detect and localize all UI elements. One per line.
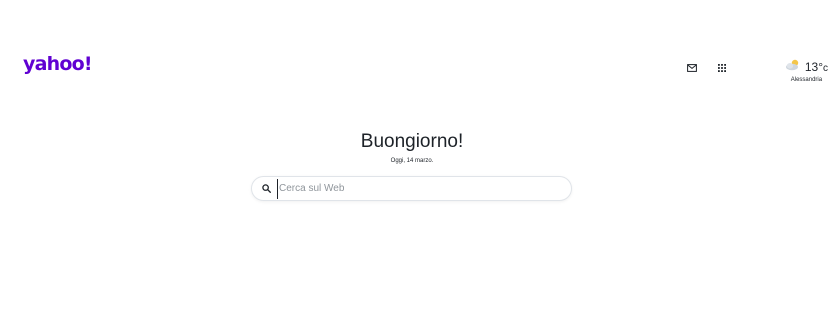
apps-grid-icon	[717, 59, 726, 77]
current-date: Oggi, 14 marzo.	[390, 158, 434, 164]
partly-cloudy-icon	[785, 58, 801, 76]
search-input[interactable]	[277, 178, 557, 199]
weather-city: Alessandria	[790, 77, 823, 83]
weather-summary: 13°c	[785, 58, 828, 76]
search-box[interactable]	[251, 176, 572, 201]
greeting-heading: Buongiorno!	[360, 131, 464, 152]
weather-temperature: 13°c	[805, 61, 828, 74]
temperature-value: 13°	[804, 59, 823, 74]
yahoo-logo[interactable]: yahoo!	[23, 55, 93, 74]
temperature-unit: c	[823, 62, 828, 74]
apps-button[interactable]	[712, 60, 732, 76]
weather-widget[interactable]: 13°c Alessandria	[785, 58, 828, 83]
mail-button[interactable]	[682, 60, 702, 76]
mail-icon	[686, 59, 697, 77]
yahoo-homepage: yahoo! 13°c Alessandria Buongiorno! Oggi…	[0, 0, 840, 310]
header-actions: 13°c Alessandria	[686, 58, 828, 83]
search-icon	[261, 184, 271, 194]
